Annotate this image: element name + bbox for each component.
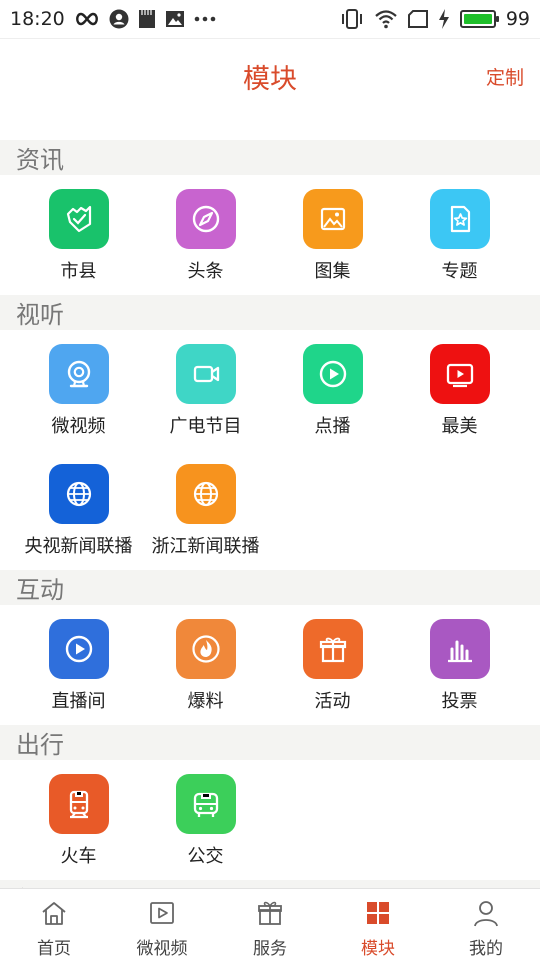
charging-icon xyxy=(438,9,450,29)
bottom-tab-bar: 首页 微视频 服务 模块 我的 xyxy=(0,888,540,960)
module-label: 图集 xyxy=(314,261,351,282)
section-header: 出行 xyxy=(0,725,540,760)
module-item-play-circle[interactable]: 点播 xyxy=(269,330,396,450)
tab-modules[interactable]: 模块 xyxy=(324,889,432,960)
module-label: 央视新闻联播 xyxy=(24,536,133,557)
tab-gift[interactable]: 服务 xyxy=(216,889,324,960)
play-circle-icon xyxy=(48,619,109,679)
module-item-map[interactable]: 市县 xyxy=(15,175,142,295)
page-header: 模块 定制 xyxy=(0,38,540,140)
module-label: 浙江新闻联播 xyxy=(151,536,260,557)
tab-label: 服务 xyxy=(253,939,287,959)
compass-icon xyxy=(175,189,236,249)
module-item-gift[interactable]: 活动 xyxy=(269,605,396,725)
module-item-webcam[interactable]: 微视频 xyxy=(15,330,142,450)
tab-home[interactable]: 首页 xyxy=(0,889,108,960)
bus-icon xyxy=(175,774,236,834)
video-camera-icon xyxy=(175,344,236,404)
tab-label: 模块 xyxy=(361,939,395,959)
module-item-compass[interactable]: 头条 xyxy=(142,175,269,295)
section-header: 便民 xyxy=(0,880,540,888)
module-label: 最美 xyxy=(441,416,478,437)
module-grid: 火车 公交 xyxy=(0,760,540,880)
section-header: 视听 xyxy=(0,295,540,330)
module-label: 专题 xyxy=(441,261,478,282)
module-grid: 直播间 爆料 活动 投票 xyxy=(0,605,540,725)
map-icon xyxy=(48,189,109,249)
video-play-icon xyxy=(148,899,176,931)
module-item-play-circle[interactable]: 直播间 xyxy=(15,605,142,725)
module-label: 爆料 xyxy=(187,691,224,712)
status-time: 18:20 xyxy=(10,8,65,30)
module-label: 公交 xyxy=(187,846,224,867)
module-item-image[interactable]: 图集 xyxy=(269,175,396,295)
infinity-icon xyxy=(74,12,100,26)
tab-label: 微视频 xyxy=(136,939,188,959)
globe-icon xyxy=(48,464,109,524)
module-item-youtube-play[interactable]: 最美 xyxy=(396,330,523,450)
module-label: 市县 xyxy=(60,261,97,282)
module-label: 头条 xyxy=(187,261,224,282)
image-notification-icon xyxy=(165,10,185,28)
more-icon xyxy=(194,16,216,22)
fire-icon xyxy=(175,619,236,679)
account-icon xyxy=(109,9,129,29)
module-label: 广电节目 xyxy=(169,416,242,437)
home-icon xyxy=(40,899,68,931)
sd-card-icon xyxy=(138,9,156,29)
module-grid: 微视频 广电节目 点播 最美央视新闻联播 浙江新闻联播 xyxy=(0,330,540,570)
gift-icon xyxy=(256,899,284,931)
module-label: 点播 xyxy=(314,416,351,437)
section-header: 互动 xyxy=(0,570,540,605)
module-item-bus[interactable]: 公交 xyxy=(142,760,269,880)
module-item-fire[interactable]: 爆料 xyxy=(142,605,269,725)
sim-card-icon xyxy=(407,10,428,28)
module-label: 活动 xyxy=(314,691,351,712)
webcam-icon xyxy=(48,344,109,404)
customize-button[interactable]: 定制 xyxy=(486,63,524,90)
tab-label: 我的 xyxy=(469,939,503,959)
tab-video-play[interactable]: 微视频 xyxy=(108,889,216,960)
module-label: 微视频 xyxy=(51,416,106,437)
vibrate-icon xyxy=(340,9,364,29)
module-label: 投票 xyxy=(441,691,478,712)
module-label: 直播间 xyxy=(51,691,106,712)
module-item-video-camera[interactable]: 广电节目 xyxy=(142,330,269,450)
bar-chart-icon xyxy=(429,619,490,679)
battery-level: 99 xyxy=(505,8,530,30)
module-label: 火车 xyxy=(60,846,97,867)
globe-icon xyxy=(175,464,236,524)
star-document-icon xyxy=(429,189,490,249)
train-icon xyxy=(48,774,109,834)
module-item-globe[interactable]: 央视新闻联播 xyxy=(15,450,142,570)
gift-icon xyxy=(302,619,363,679)
module-grid: 市县 头条 图集 专题 xyxy=(0,175,540,295)
image-icon xyxy=(302,189,363,249)
user-icon xyxy=(472,899,500,931)
modules-icon xyxy=(364,899,392,931)
module-item-train[interactable]: 火车 xyxy=(15,760,142,880)
play-circle-icon xyxy=(302,344,363,404)
tab-user[interactable]: 我的 xyxy=(432,889,540,960)
module-item-star-document[interactable]: 专题 xyxy=(396,175,523,295)
module-list[interactable]: 资讯 市县 头条 图集 专题 视听 微视频 广电节目 点播 最美 央视新闻联播 浙江新闻联播 互动 直播间… xyxy=(0,140,540,888)
section-header: 资讯 xyxy=(0,140,540,175)
page-title: 模块 xyxy=(243,64,297,95)
battery-icon xyxy=(459,10,499,28)
module-item-globe[interactable]: 浙江新闻联播 xyxy=(142,450,269,570)
wifi-icon xyxy=(374,9,398,29)
status-bar: 18:20 99 xyxy=(0,0,540,38)
module-item-bar-chart[interactable]: 投票 xyxy=(396,605,523,725)
tab-label: 首页 xyxy=(37,939,71,959)
youtube-play-icon xyxy=(429,344,490,404)
